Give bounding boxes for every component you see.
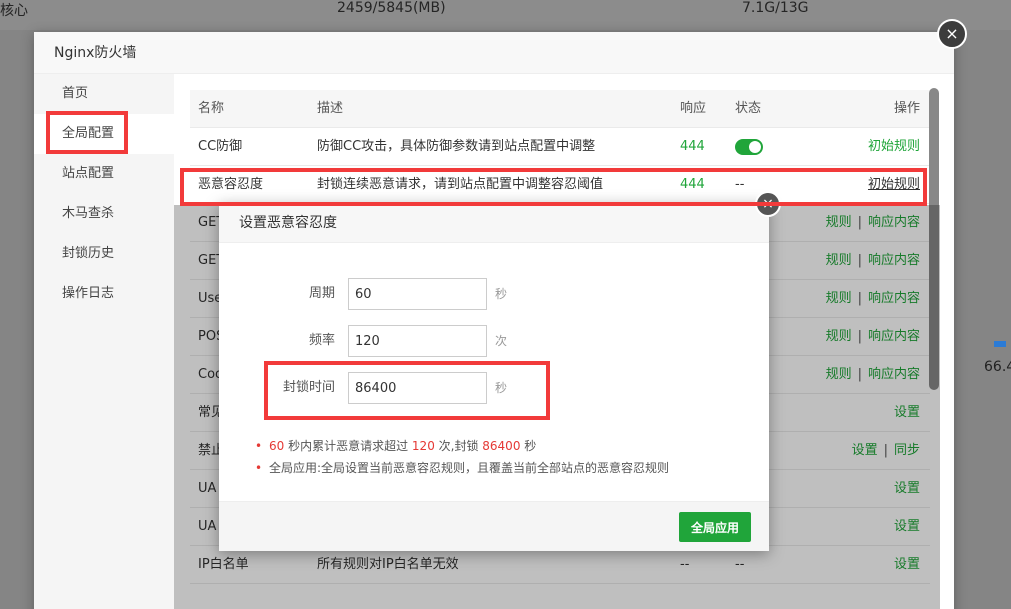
init-rule-link[interactable]: 初始规则 bbox=[868, 128, 920, 166]
header-desc: 描述 bbox=[317, 101, 344, 116]
header-resp: 响应 bbox=[680, 101, 707, 116]
block-time-label: 封锁时间 bbox=[282, 380, 335, 395]
frequency-unit: 次 bbox=[495, 334, 508, 348]
tip-summary: 60 秒内累计恶意请求超过 120 次,封锁 86400 秒 bbox=[255, 435, 669, 457]
tips-list: 60 秒内累计恶意请求超过 120 次,封锁 86400 秒 全局应用:全局设置… bbox=[255, 435, 669, 479]
dialog-close-icon[interactable]: × bbox=[755, 191, 781, 217]
header-name: 名称 bbox=[198, 101, 225, 116]
sidebar-item-block-history[interactable]: 封锁历史 bbox=[34, 234, 174, 274]
cycle-label: 周期 bbox=[308, 286, 335, 301]
row-desc: 封锁连续恶意请求，请到站点配置中调整容忍阈值 bbox=[317, 177, 604, 192]
tolerance-dialog: 设置恶意容忍度 周期 秒 频率 次 封锁时间 秒 60 秒内累计恶意请求超过 1… bbox=[219, 203, 769, 551]
init-rule-link[interactable]: 初始规则 bbox=[868, 166, 920, 204]
row-desc: 防御CC攻击，具体防御参数请到站点配置中调整 bbox=[317, 139, 596, 154]
block-time-unit: 秒 bbox=[495, 381, 508, 395]
row-name: 恶意容忍度 bbox=[198, 177, 264, 192]
sidebar-item-trojan-scan[interactable]: 木马查杀 bbox=[34, 194, 174, 234]
header-op: 操作 bbox=[893, 101, 920, 116]
dialog-footer: 全局应用 bbox=[219, 501, 769, 551]
dialog-title: 设置恶意容忍度 bbox=[219, 203, 769, 243]
frequency-label: 频率 bbox=[308, 333, 335, 348]
header-status: 状态 bbox=[735, 101, 762, 116]
row-name: CC防御 bbox=[198, 139, 243, 154]
bg-progress-bar bbox=[994, 341, 1006, 347]
layer-close-icon[interactable]: × bbox=[937, 19, 967, 49]
sidebar: 首页 全局配置 站点配置 木马查杀 封锁历史 操作日志 bbox=[34, 74, 174, 609]
table-header: 名称 描述 响应 状态 操作 bbox=[190, 90, 930, 128]
cycle-input[interactable] bbox=[348, 278, 487, 310]
bg-side-value: 66.4 bbox=[984, 359, 1011, 375]
sidebar-item-site-config[interactable]: 站点配置 bbox=[34, 154, 174, 194]
sidebar-item-home[interactable]: 首页 bbox=[34, 74, 174, 114]
sidebar-item-global-config[interactable]: 全局配置 bbox=[34, 114, 174, 154]
tip-global-apply: 全局应用:全局设置当前恶意容忍规则，且覆盖当前全部站点的恶意容忍规则 bbox=[255, 457, 669, 479]
cycle-unit: 秒 bbox=[495, 287, 508, 301]
frequency-input[interactable] bbox=[348, 325, 487, 357]
global-apply-button[interactable]: 全局应用 bbox=[678, 512, 751, 542]
table-row: CC防御 防御CC攻击，具体防御参数请到站点配置中调整 444 初始规则 bbox=[190, 128, 930, 166]
block-time-input[interactable] bbox=[348, 372, 487, 404]
status-toggle[interactable] bbox=[735, 138, 763, 155]
row-resp: 444 bbox=[680, 177, 705, 192]
table-row: 恶意容忍度 封锁连续恶意请求，请到站点配置中调整容忍阈值 444 -- 初始规则 bbox=[190, 166, 930, 204]
row-status: -- bbox=[735, 177, 745, 192]
row-status bbox=[735, 128, 763, 166]
window-title: Nginx防火墙 bbox=[34, 32, 954, 74]
sidebar-item-operation-log[interactable]: 操作日志 bbox=[34, 274, 174, 314]
row-resp: 444 bbox=[680, 139, 705, 154]
